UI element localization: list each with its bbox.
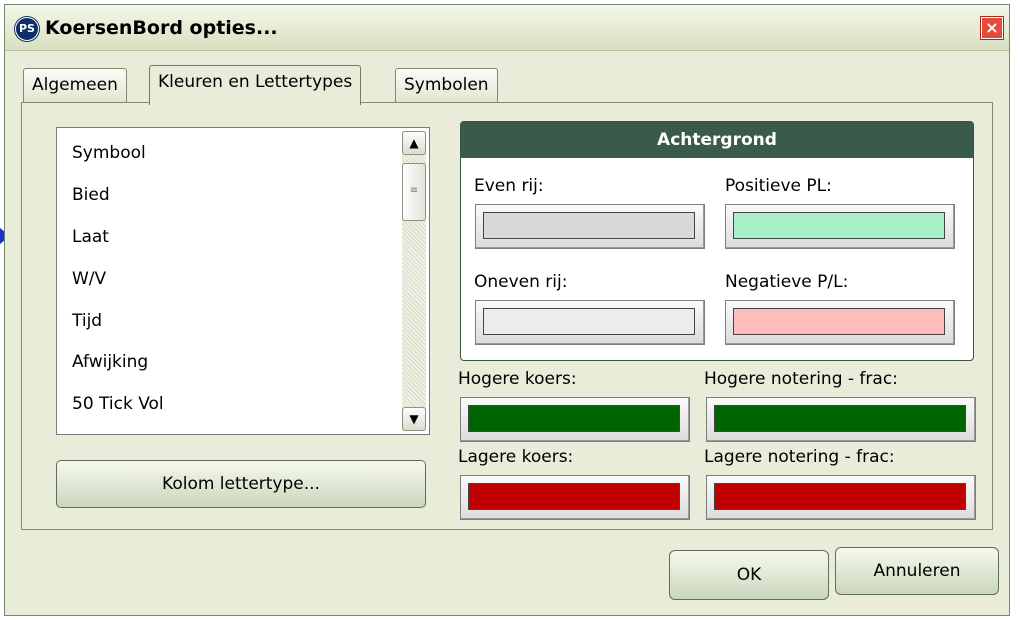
tab-panel: Symbool Bied Laat W/V Tijd Afwijking 50 … [21, 102, 993, 530]
ok-button[interactable]: OK [669, 550, 829, 600]
higher-quote-frac-color-button[interactable] [706, 397, 976, 442]
list-item[interactable]: Symbool [72, 143, 146, 163]
tab-kleuren-en-lettertypes[interactable]: Kleuren en Lettertypes [149, 65, 362, 105]
even-row-label: Even rij: [474, 176, 544, 196]
tab-symbolen[interactable]: Symbolen [395, 68, 498, 102]
list-item[interactable]: W/V [72, 269, 106, 289]
tab-algemeen[interactable]: Algemeen [23, 68, 127, 102]
lower-quote-frac-label: Lagere notering - frac: [704, 447, 895, 467]
list-item[interactable]: Laat [72, 227, 109, 247]
window-title: KoersenBord opties... [45, 17, 278, 39]
ps-app-icon: PS [15, 17, 39, 41]
odd-row-label: Oneven rij: [474, 272, 568, 292]
cancel-button[interactable]: Annuleren [835, 547, 999, 595]
higher-quote-frac-swatch [714, 405, 966, 432]
lower-price-label: Lagere koers: [458, 447, 574, 467]
chevron-up-icon[interactable]: ▲ [402, 131, 426, 155]
lower-price-swatch [468, 483, 680, 510]
list-scrollbar[interactable]: ▲ ≡ ▼ [402, 131, 426, 431]
list-item[interactable]: Bied [72, 185, 110, 205]
lower-quote-frac-color-button[interactable] [706, 475, 976, 520]
close-icon[interactable]: × [981, 17, 1003, 39]
positive-pl-swatch [733, 212, 945, 239]
even-row-color-button[interactable] [475, 204, 705, 249]
even-row-swatch [483, 212, 695, 239]
negative-pl-label: Negatieve P/L: [725, 272, 849, 292]
odd-row-color-button[interactable] [475, 300, 705, 345]
positive-pl-color-button[interactable] [725, 204, 955, 249]
scrollbar-thumb[interactable]: ≡ [402, 163, 426, 221]
odd-row-swatch [483, 308, 695, 335]
lower-quote-frac-swatch [714, 483, 966, 510]
higher-price-label: Hogere koers: [458, 369, 577, 389]
background-group: Achtergrond Even rij: Positieve PL: Onev… [460, 121, 974, 361]
chevron-down-icon[interactable]: ▼ [402, 407, 426, 431]
background-group-title: Achtergrond [461, 122, 973, 158]
positive-pl-label: Positieve PL: [725, 176, 832, 196]
lower-price-color-button[interactable] [460, 475, 690, 520]
higher-price-swatch [468, 405, 680, 432]
negative-pl-swatch [733, 308, 945, 335]
higher-quote-frac-label: Hogere notering - frac: [704, 369, 898, 389]
negative-pl-color-button[interactable] [725, 300, 955, 345]
column-font-button[interactable]: Kolom lettertype... [56, 460, 426, 508]
title-bar: PS KoersenBord opties... × [5, 5, 1009, 51]
columns-listbox[interactable]: Symbool Bied Laat W/V Tijd Afwijking 50 … [56, 127, 430, 435]
options-dialog: PS KoersenBord opties... × Algemeen Kleu… [4, 4, 1010, 616]
list-item[interactable]: Afwijking [72, 352, 148, 372]
higher-price-color-button[interactable] [460, 397, 690, 442]
list-item[interactable]: Tijd [72, 311, 102, 331]
list-item[interactable]: 50 Tick Vol [72, 394, 164, 414]
